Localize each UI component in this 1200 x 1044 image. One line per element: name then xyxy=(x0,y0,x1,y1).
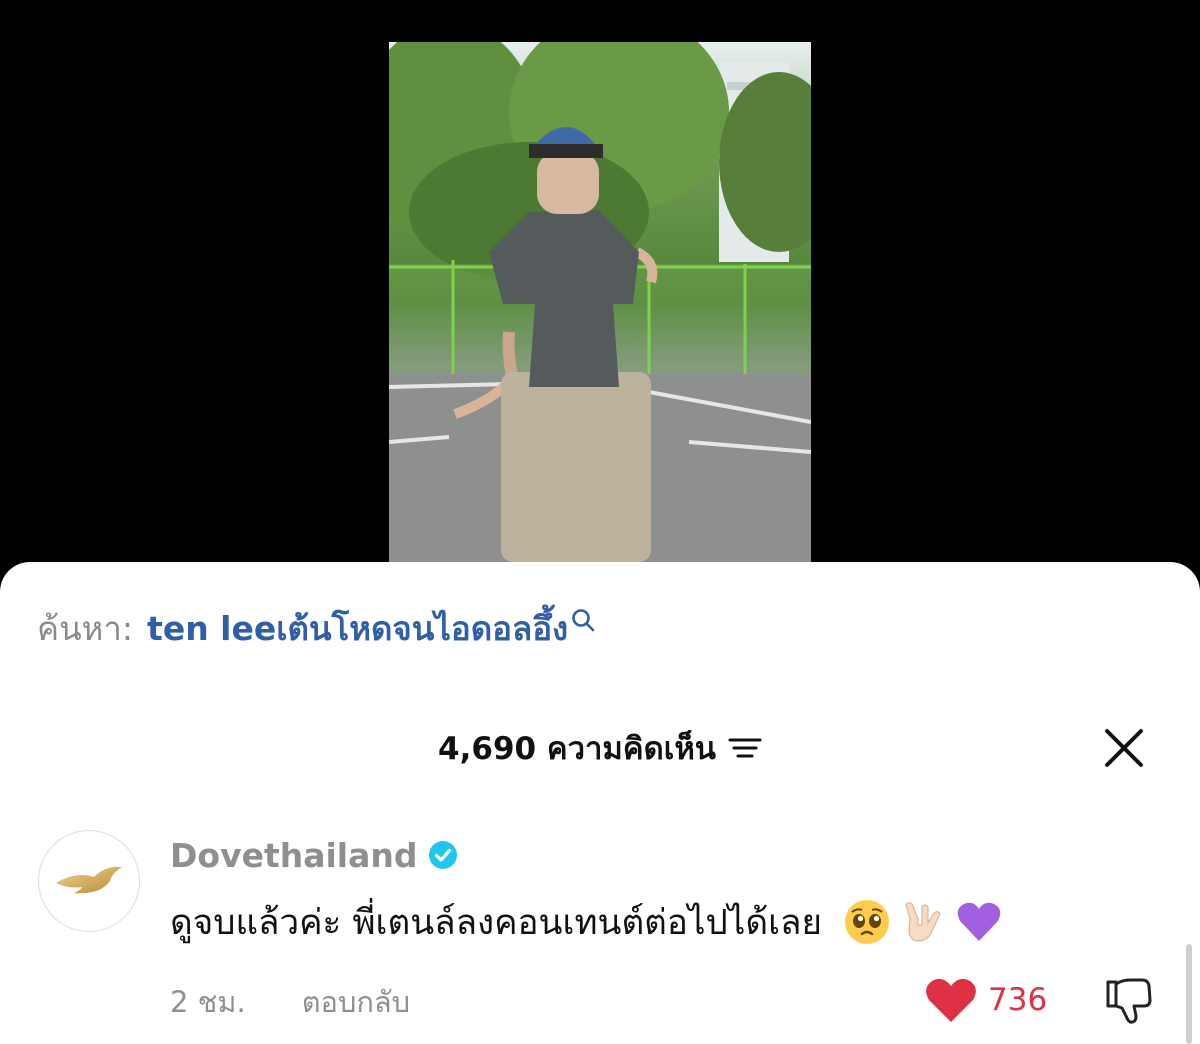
dislike-icon[interactable] xyxy=(1102,976,1154,1026)
close-icon[interactable] xyxy=(1102,726,1146,770)
like-button[interactable]: 736 xyxy=(924,976,1047,1024)
comment-text: ดูจบแล้วค่ะ พี่เตนล์ลงคอนเทนต์ต่อไปได้เล… xyxy=(170,902,822,943)
related-search[interactable]: ค้นหา: ten leeเต้นโหดจนไอดอลอึ้ง xyxy=(37,606,596,650)
verified-badge-icon xyxy=(428,841,457,869)
scrollbar[interactable] xyxy=(1186,944,1192,1044)
comment-time: 2 ชม. xyxy=(170,985,246,1019)
like-count: 736 xyxy=(988,982,1048,1018)
pleading-face-emoji-icon xyxy=(845,900,889,944)
love-you-gesture-emoji-icon xyxy=(905,902,941,942)
search-prefix-label: ค้นหา: xyxy=(37,608,134,648)
comment-body: ดูจบแล้วค่ะ พี่เตนล์ลงคอนเทนต์ต่อไปได้เล… xyxy=(170,896,1004,948)
avatar[interactable] xyxy=(38,830,140,932)
comment-author[interactable]: Dovethailand xyxy=(170,834,458,876)
search-icon[interactable] xyxy=(570,607,596,633)
search-query-link[interactable]: ten leeเต้นโหดจนไอดอลอึ้ง xyxy=(147,602,568,655)
video-thumbnail-image xyxy=(389,42,811,562)
reply-button[interactable]: ตอบกลับ xyxy=(302,979,410,1025)
video-frame[interactable] xyxy=(389,42,811,562)
comments-header: 4,690 ความคิดเห็น xyxy=(0,724,1200,772)
sort-icon[interactable] xyxy=(728,735,762,761)
purple-heart-emoji-icon xyxy=(957,902,1001,941)
video-player[interactable] xyxy=(0,0,1200,600)
dove-logo-icon xyxy=(56,866,122,894)
comment-count-label: 4,690 ความคิดเห็น xyxy=(438,731,716,767)
heart-icon[interactable] xyxy=(924,976,978,1024)
comment-meta: 2 ชม. ตอบกลับ xyxy=(170,982,410,1022)
username[interactable]: Dovethailand xyxy=(170,836,418,875)
